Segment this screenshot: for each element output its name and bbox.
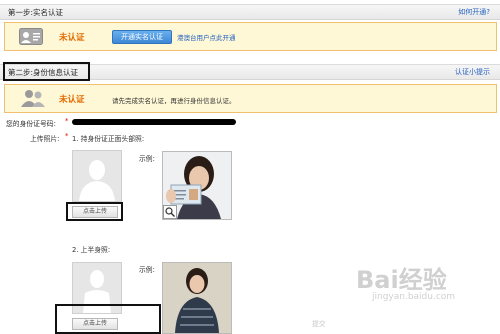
upload-photos-label: 上传照片: xyxy=(30,135,60,143)
example-label-1: 示例: xyxy=(139,155,155,163)
sample-photo-id xyxy=(162,151,232,220)
step2-title-highlight xyxy=(3,62,90,81)
step2-notice: 未认证 请先完成实名认证，再进行身份信息认证。 xyxy=(4,84,497,113)
step1-status: 未认证 xyxy=(59,33,85,43)
auth-tips-link[interactable]: 认证小提示 xyxy=(455,67,490,77)
step2-message: 请先完成实名认证，再进行身份信息认证。 xyxy=(112,97,236,105)
upload-button-1-highlight xyxy=(66,202,123,221)
item1-label: 1. 持身份证正面头部照: xyxy=(72,135,145,143)
id-number-field-redacted[interactable] xyxy=(72,119,236,125)
id-card-icon xyxy=(19,28,43,45)
step1-notice: 未认证 开通实名认证 港澳台用户点此开通 xyxy=(4,22,497,51)
zoom-icon[interactable] xyxy=(163,205,177,219)
hk-macao-taiwan-link[interactable]: 港澳台用户点此开通 xyxy=(177,32,236,42)
how-to-activate-link[interactable]: 如何开通? xyxy=(458,7,490,17)
id-required-mark: * xyxy=(65,117,69,125)
step2-status: 未认证 xyxy=(59,95,85,105)
step1-header: 第一步:实名认证 如何开通? xyxy=(0,4,500,20)
id-number-label: 您的身份证号码: xyxy=(6,120,56,128)
baidu-jingyan-watermark: Bai经验 xyxy=(356,266,447,294)
person-silhouette-icon xyxy=(79,160,115,201)
watermark-url: jingyan.baidu.com xyxy=(372,292,456,302)
sample-photo-half-body xyxy=(162,262,232,334)
submit-button[interactable]: 提交 xyxy=(312,318,326,328)
step1-title: 第一步:实名认证 xyxy=(8,8,64,17)
users-icon xyxy=(21,90,45,107)
item2-label: 2. 上半身照: xyxy=(72,246,111,254)
half-body-person-icon xyxy=(163,263,231,333)
upload-required-mark: * xyxy=(65,132,69,140)
example-label-2: 示例: xyxy=(139,266,155,274)
upload-button-2-highlight xyxy=(55,304,161,334)
open-real-name-auth-button[interactable]: 开通实名认证 xyxy=(112,30,172,44)
id-photo-placeholder xyxy=(72,150,122,202)
